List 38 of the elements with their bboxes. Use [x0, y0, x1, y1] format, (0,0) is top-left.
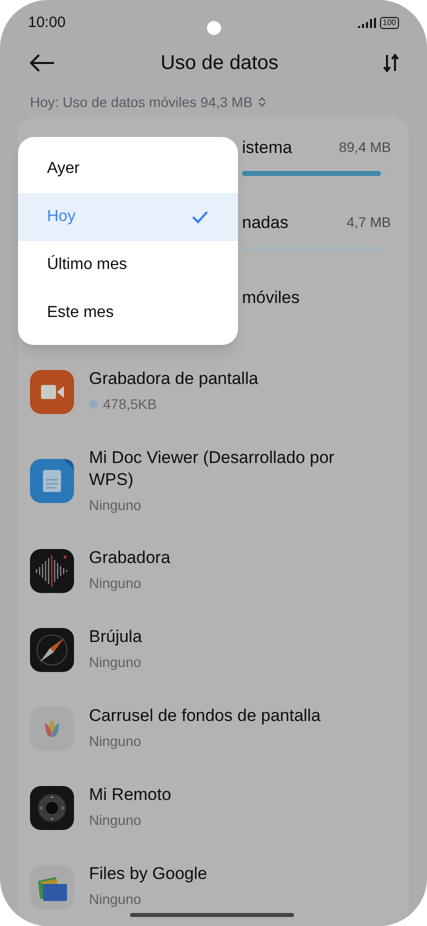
usage-amount: Ninguno: [89, 574, 142, 594]
checkmark-icon: [191, 210, 209, 224]
folder-icon: [30, 864, 74, 909]
usage-amount: Ninguno: [89, 653, 142, 672]
chevron-up-down-icon[interactable]: [256, 96, 267, 108]
app-name: Brújula: [89, 626, 142, 648]
app-name: Mi Remoto: [89, 784, 172, 806]
remote-control-icon: [30, 786, 74, 830]
menu-item[interactable]: Este mes: [18, 289, 238, 337]
menu-item[interactable]: Ayer: [18, 145, 238, 193]
usage-amount: Ninguno: [89, 811, 142, 830]
page-title: Uso de datos: [160, 50, 280, 76]
sound-wave-icon: [30, 548, 74, 593]
app-name: Mi Doc Viewer (Desarrollado por WPS): [89, 446, 336, 491]
battery-icon: 100: [380, 17, 399, 30]
usage-amount: Ninguno: [89, 496, 142, 515]
video-camera-icon: [30, 370, 74, 414]
app-name: móviles: [242, 287, 300, 310]
signal-icon: [358, 18, 376, 28]
app-name: Grabadora: [89, 547, 170, 570]
flower-icon: [30, 706, 74, 751]
document-icon: [30, 459, 74, 504]
app-name: istema: [242, 137, 292, 160]
usage-amount: 89,4 MB: [338, 138, 391, 158]
menu-item[interactable]: Último mes: [18, 241, 238, 289]
app-name: Carrusel de fondos de pantalla: [89, 705, 321, 728]
back-arrow-icon[interactable]: [28, 52, 56, 73]
status-time: 10:00: [28, 12, 66, 33]
app-name: Files by Google: [89, 863, 208, 886]
usage-amount: 478,5KB: [103, 395, 157, 414]
sort-icon[interactable]: [383, 52, 399, 73]
usage-amount: Ninguno: [89, 890, 142, 910]
compass-icon: [30, 628, 74, 672]
app-name: Grabadora de pantalla: [89, 368, 258, 390]
usage-amount: Ninguno: [89, 732, 142, 752]
front-camera-icon: [207, 21, 221, 35]
usage-amount: 4,7 MB: [346, 213, 391, 232]
app-name: nadas: [242, 212, 288, 234]
